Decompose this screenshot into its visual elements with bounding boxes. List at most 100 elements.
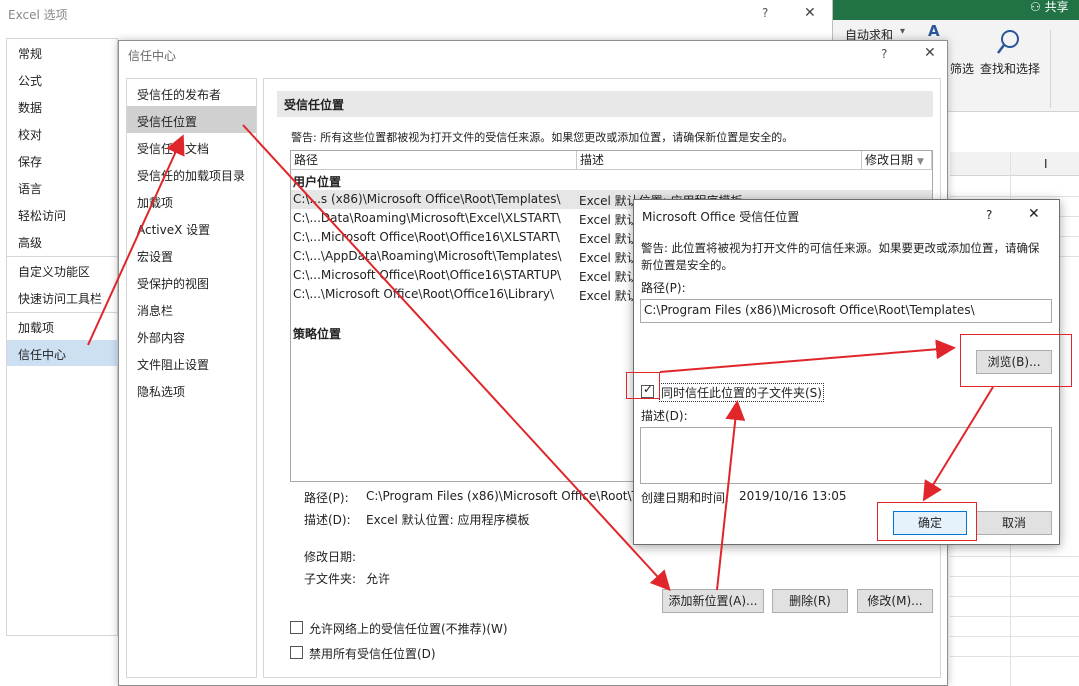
column-modified-label: 修改日期 [865,153,914,167]
trust-nav-macros[interactable]: 宏设置 [137,248,173,265]
user-locations-group: 用户位置 [293,175,342,189]
subfolders-label[interactable]: 同时信任此位置的子文件夹(S) [659,383,824,402]
section-title: 受信任位置 [284,98,345,112]
sort-icon: A [928,22,940,40]
allow-network-label[interactable]: 允许网络上的受信任位置(不推荐)(W) [309,620,508,637]
detail-desc-label: 描述(D): [304,513,351,527]
trust-nav-addin-catalogs[interactable]: 受信任的加载项目录 [137,167,245,184]
section-warning: 警告: 所有这些位置都被视为打开文件的受信任来源。如果您更改或添加位置，请确保新… [291,131,794,144]
modal-desc-input[interactable] [640,427,1052,484]
grid-line [950,616,1079,617]
annotation-box-checkbox [626,372,660,399]
options-nav-customize-ribbon[interactable]: 自定义功能区 [18,263,90,280]
detail-subfolder-label: 子文件夹: [304,572,357,586]
grid-line [950,576,1079,577]
column-header-row [950,152,1079,176]
detail-modified-label: 修改日期: [304,550,357,564]
options-nav-data[interactable]: 数据 [18,99,42,116]
trust-nav-addins[interactable]: 加载项 [137,194,173,211]
options-nav-quick-access[interactable]: 快速访问工具栏 [18,290,102,307]
find-select-label: 查找和选择 [980,62,1041,76]
detail-desc-value: Excel 默认位置: 应用程序模板 [366,513,530,527]
disable-all-checkbox[interactable] [290,646,303,659]
annotation-box-ok [877,502,977,541]
search-icon [996,28,1022,59]
options-nav-formulas[interactable]: 公式 [18,72,42,89]
column-header-i[interactable]: I [1044,157,1048,171]
share-button[interactable]: ⚇ 共享 [1030,0,1069,15]
trust-center-close-button[interactable]: ✕ [924,45,936,61]
allow-network-checkbox[interactable] [290,621,303,634]
location-row-path[interactable]: C:\...\AppData\Roaming\Microsoft\Templat… [293,249,562,263]
options-help-button[interactable]: ? [762,6,768,20]
options-nav-proofing[interactable]: 校对 [18,126,42,143]
nav-divider [7,312,117,313]
modal-help-button[interactable]: ? [986,208,992,222]
trust-nav-message-bar[interactable]: 消息栏 [137,302,173,319]
options-nav-save[interactable]: 保存 [18,153,42,170]
trust-nav-privacy[interactable]: 隐私选项 [137,383,185,400]
location-row-path[interactable]: C:\...s (x86)\Microsoft Office\Root\Temp… [293,192,561,206]
trust-center-title: 信任中心 [128,49,177,63]
column-modified[interactable]: 修改日期 ▼ [862,151,932,170]
options-nav-addins[interactable]: 加载项 [18,319,54,336]
modal-title: Microsoft Office 受信任位置 [642,210,800,224]
location-row-desc[interactable]: Excel 默认 [579,249,639,266]
share-label: 共享 [1044,0,1069,14]
location-row-desc[interactable]: Excel 默认 [579,287,639,304]
add-location-button[interactable]: 添加新位置(A)... [662,589,764,613]
disable-all-label[interactable]: 禁用所有受信任位置(D) [309,645,436,662]
created-value: 2019/10/16 13:05 [739,489,847,503]
modal-desc-label: 描述(D): [641,409,688,423]
filter-button[interactable]: 筛选 [950,60,974,77]
location-row-desc[interactable]: Excel 默认 [579,230,639,247]
options-nav-general[interactable]: 常规 [18,45,42,62]
grid-line [950,596,1079,597]
person-icon: ⚇ [1030,0,1041,14]
grid-line [950,556,1079,557]
trust-nav-external-content[interactable]: 外部内容 [137,329,185,346]
nav-divider [7,256,117,257]
trust-nav-locations[interactable]: 受信任位置 [137,113,197,130]
detail-path-value: C:\Program Files (x86)\Microsoft Office\… [366,489,639,503]
autosum-dropdown-icon[interactable]: ▾ [900,26,905,37]
detail-subfolder-value: 允许 [366,572,391,586]
filter-label: 筛选 [950,62,975,76]
options-close-button[interactable]: ✕ [804,5,816,21]
trust-nav-documents[interactable]: 受信任的文档 [137,140,209,157]
column-description[interactable]: 描述 [577,151,862,170]
options-nav-trust-center[interactable]: 信任中心 [18,346,66,363]
location-row-path[interactable]: C:\...\Microsoft Office\Root\Office16\Li… [293,287,554,301]
trust-center-help-button[interactable]: ? [881,47,887,61]
location-row-path[interactable]: C:\...Microsoft Office\Root\Office16\STA… [293,268,561,282]
trust-nav-protected-view[interactable]: 受保护的视图 [137,275,209,292]
options-title: Excel 选项 [8,8,68,22]
remove-location-button[interactable]: 删除(R) [772,589,848,613]
modify-location-button[interactable]: 修改(M)... [857,589,933,613]
trust-nav-publishers[interactable]: 受信任的发布者 [137,86,221,103]
ribbon-divider [1050,30,1051,108]
modal-path-label: 路径(P): [641,281,686,295]
sort-arrow-icon: ▼ [917,157,924,167]
trust-nav-activex[interactable]: ActiveX 设置 [137,221,210,238]
grid-line [950,636,1079,637]
policy-locations-group: 策略位置 [293,327,342,341]
location-row-path[interactable]: C:\...Microsoft Office\Root\Office16\XLS… [293,230,560,244]
modal-warning: 警告: 此位置将被视为打开文件的可信任来源。如果要更改或添加位置，请确保新位置是… [641,241,1040,272]
location-row-path[interactable]: C:\...Data\Roaming\Microsoft\Excel\XLSTA… [293,211,561,225]
location-row-desc[interactable]: Excel 默认 [579,211,639,228]
options-nav-advanced[interactable]: 高级 [18,234,42,251]
modal-close-button[interactable]: ✕ [1028,206,1040,222]
modal-path-value: C:\Program Files (x86)\Microsoft Office\… [644,303,975,317]
created-label: 创建日期和时间: [641,491,730,505]
column-path[interactable]: 路径 [291,151,577,170]
trust-nav-file-block[interactable]: 文件阻止设置 [137,356,209,373]
section-header-bar [277,91,933,117]
grid-line [950,656,1079,657]
options-nav-language[interactable]: 语言 [18,180,42,197]
cancel-button[interactable]: 取消 [976,511,1052,535]
options-nav-accessibility[interactable]: 轻松访问 [18,207,66,224]
find-select-button[interactable]: 查找和选择 [980,60,1040,77]
location-row-desc[interactable]: Excel 默认 [579,268,639,285]
grid-line [950,196,1079,197]
